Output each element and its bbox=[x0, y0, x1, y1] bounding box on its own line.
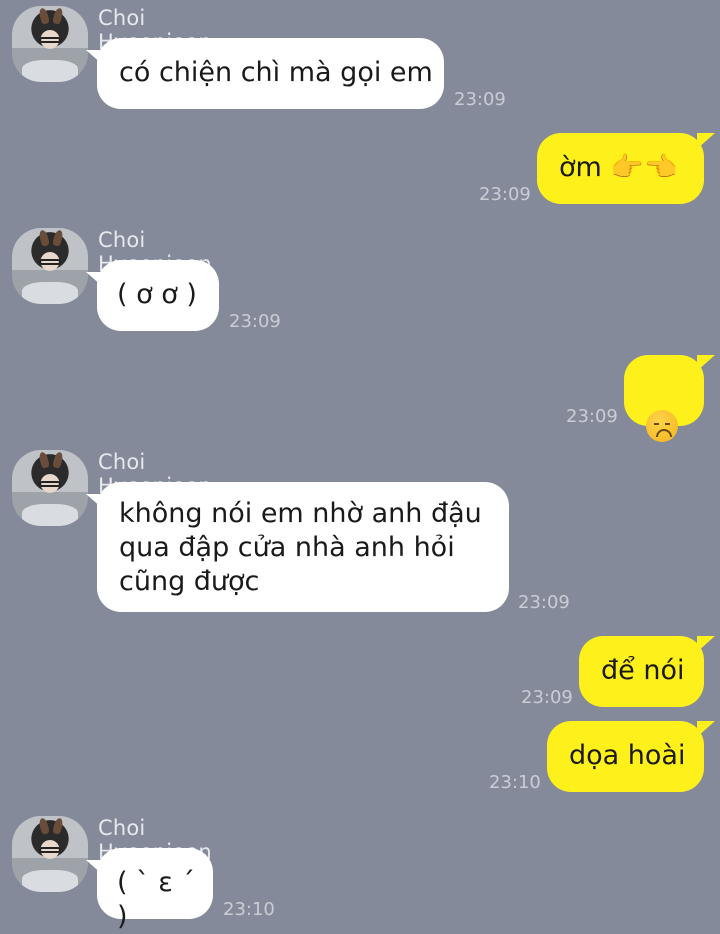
message-timestamp: 23:09 bbox=[454, 89, 506, 110]
avatar[interactable] bbox=[12, 816, 88, 892]
message-bubble-incoming[interactable]: ( ˋ ε ˊ ) bbox=[86, 848, 213, 932]
message-bubble-incoming[interactable]: có chiện chì mà gọi em bbox=[86, 38, 444, 109]
message-timestamp: 23:09 bbox=[229, 311, 281, 332]
message-timestamp: 23:09 bbox=[566, 406, 618, 427]
message-timestamp: 23:09 bbox=[479, 184, 531, 205]
message-bubble-incoming[interactable]: không nói em nhờ anh đậu qua đập cửa nhà… bbox=[86, 482, 509, 612]
message-bubble-incoming[interactable]: ( ơ ơ ) bbox=[86, 260, 219, 331]
message-bubble-outgoing[interactable] bbox=[624, 355, 715, 442]
avatar[interactable] bbox=[12, 228, 88, 304]
message-timestamp: 23:10 bbox=[489, 772, 541, 793]
avatar[interactable] bbox=[12, 450, 88, 526]
avatar[interactable] bbox=[12, 6, 88, 82]
message-bubble-outgoing[interactable]: dọa hoài bbox=[547, 721, 715, 792]
message-bubble-outgoing[interactable]: để nói bbox=[579, 636, 715, 707]
message-timestamp: 23:09 bbox=[521, 687, 573, 708]
disappointed-face-icon bbox=[646, 409, 678, 442]
message-timestamp: 23:09 bbox=[518, 592, 570, 613]
message-timestamp: 23:10 bbox=[223, 899, 275, 920]
message-bubble-outgoing[interactable]: ờm 👉👈 bbox=[537, 133, 715, 204]
